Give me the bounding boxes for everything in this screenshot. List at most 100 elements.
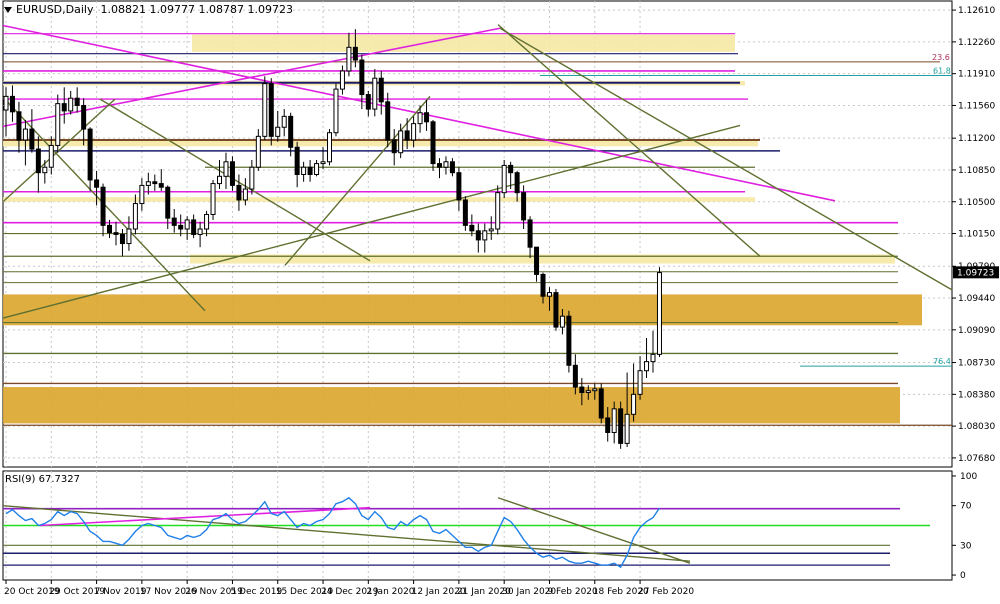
candle-body-bear: [165, 186, 171, 219]
candle-body-bear: [236, 184, 242, 201]
price-tick-label: 1.08730: [958, 359, 995, 369]
candle-body-bear: [579, 386, 585, 394]
candle-body-bull: [339, 70, 345, 90]
candle-body-bull: [242, 188, 248, 201]
candle-body-bear: [81, 104, 87, 130]
candle-body-bear: [352, 46, 358, 61]
price-tick-label: 1.10500: [958, 198, 995, 208]
candle-body-bull: [631, 393, 637, 415]
candle: [61, 87, 67, 124]
price-tick-label: 1.08030: [958, 422, 995, 432]
candle-body-bear: [29, 128, 35, 150]
candle-body-bear: [268, 83, 274, 137]
candle-body-bear: [365, 94, 371, 110]
candle: [333, 83, 339, 137]
price-tick-label: 1.11910: [958, 70, 995, 80]
candle: [87, 127, 93, 191]
candle: [158, 169, 164, 191]
candle-body-bear: [598, 388, 604, 419]
candle: [495, 185, 501, 235]
candle: [650, 330, 656, 373]
candle: [462, 196, 468, 231]
candle: [449, 158, 455, 177]
candle: [139, 178, 145, 211]
candle: [288, 112, 294, 157]
price-tick-label: 1.11200: [958, 134, 995, 144]
candle-body-bear: [430, 121, 436, 165]
candle-body-bear: [107, 224, 113, 234]
symbol-label: EURUSD,Daily: [16, 3, 94, 16]
candle-body-bear: [229, 161, 235, 186]
price-tick-label: 1.09090: [958, 326, 995, 336]
high-value: 1.09777: [149, 3, 195, 16]
candle-body-bear: [553, 292, 559, 328]
candle: [327, 129, 332, 166]
candle-body-bull: [22, 128, 28, 141]
candle-body-bear: [618, 408, 624, 444]
price-tick-label: 1.09440: [958, 294, 995, 304]
fib-level-label: 23.6: [932, 53, 950, 62]
candle: [29, 109, 35, 153]
candle-body-bull: [333, 88, 339, 134]
time-tick-label: 9 Feb 2020: [547, 587, 598, 597]
rsi-label: RSI(9): [5, 474, 36, 485]
candle: [656, 267, 662, 358]
candle-body-bull: [611, 408, 617, 433]
candle-body-bear: [566, 315, 572, 366]
current-price-label: 1.09723: [957, 268, 994, 278]
candle: [482, 223, 488, 253]
chart-canvas: 1.12610 1.12260 1.11910 1.11560 1.11200 1.108…: [2, 0, 999, 597]
candle: [275, 110, 281, 142]
price-tick-label: 1.10150: [958, 230, 995, 240]
candle: [424, 100, 430, 131]
candle-body-bull: [255, 135, 261, 168]
candle-body-bull: [488, 228, 494, 232]
candle-body-bull: [624, 413, 630, 444]
rsi-value: 67.7327: [38, 474, 80, 485]
candle-body-bear: [391, 139, 397, 154]
candle-body-bear: [469, 224, 475, 232]
candle-body-bear: [152, 181, 158, 185]
price-zone: [3, 140, 758, 147]
rsi-header: RSI(9) 67.7327: [5, 474, 80, 485]
price-zone: [3, 387, 900, 424]
candle: [618, 401, 624, 449]
candle-body-bull: [55, 103, 61, 146]
candle: [365, 90, 371, 117]
candle-body-bull: [217, 175, 223, 185]
candle-body-bear: [462, 199, 468, 226]
candle-body-bull: [546, 292, 552, 297]
candle-body-bull: [495, 192, 501, 230]
candle: [598, 383, 604, 424]
candle: [191, 214, 197, 239]
candle-body-bull: [184, 219, 190, 230]
candle: [475, 223, 481, 253]
price-tick-label: 1.12260: [958, 38, 995, 48]
candle: [217, 159, 223, 190]
candle-body-bull: [210, 183, 216, 215]
candle-body-bear: [378, 77, 384, 103]
candle-body-bull: [275, 126, 281, 137]
candle-body-bear: [385, 101, 391, 141]
candle: [210, 179, 216, 220]
candle: [3, 87, 9, 137]
candle: [488, 216, 494, 240]
price-zone: [3, 197, 755, 202]
fib-level-label: 76.4: [933, 357, 951, 366]
candle: [566, 310, 572, 373]
candle: [9, 85, 15, 122]
candle: [42, 159, 48, 184]
candle-body-bull: [637, 370, 643, 395]
candle: [456, 167, 462, 211]
time-tick-label: 27 Feb 2020: [638, 587, 694, 597]
candle-body-bear: [61, 103, 67, 112]
candle: [204, 210, 210, 237]
candle-body-bear: [508, 164, 514, 174]
candle-body-bull: [126, 228, 132, 245]
time-tick-label: 5 Dec 2019: [230, 587, 282, 597]
candle-body-bull: [68, 97, 74, 112]
candle: [385, 92, 391, 148]
collapse-triangle-icon[interactable]: [4, 7, 12, 13]
time-tick-label: 2 Jan 2020: [366, 587, 414, 597]
price-tick-label: 1.08380: [958, 390, 995, 400]
